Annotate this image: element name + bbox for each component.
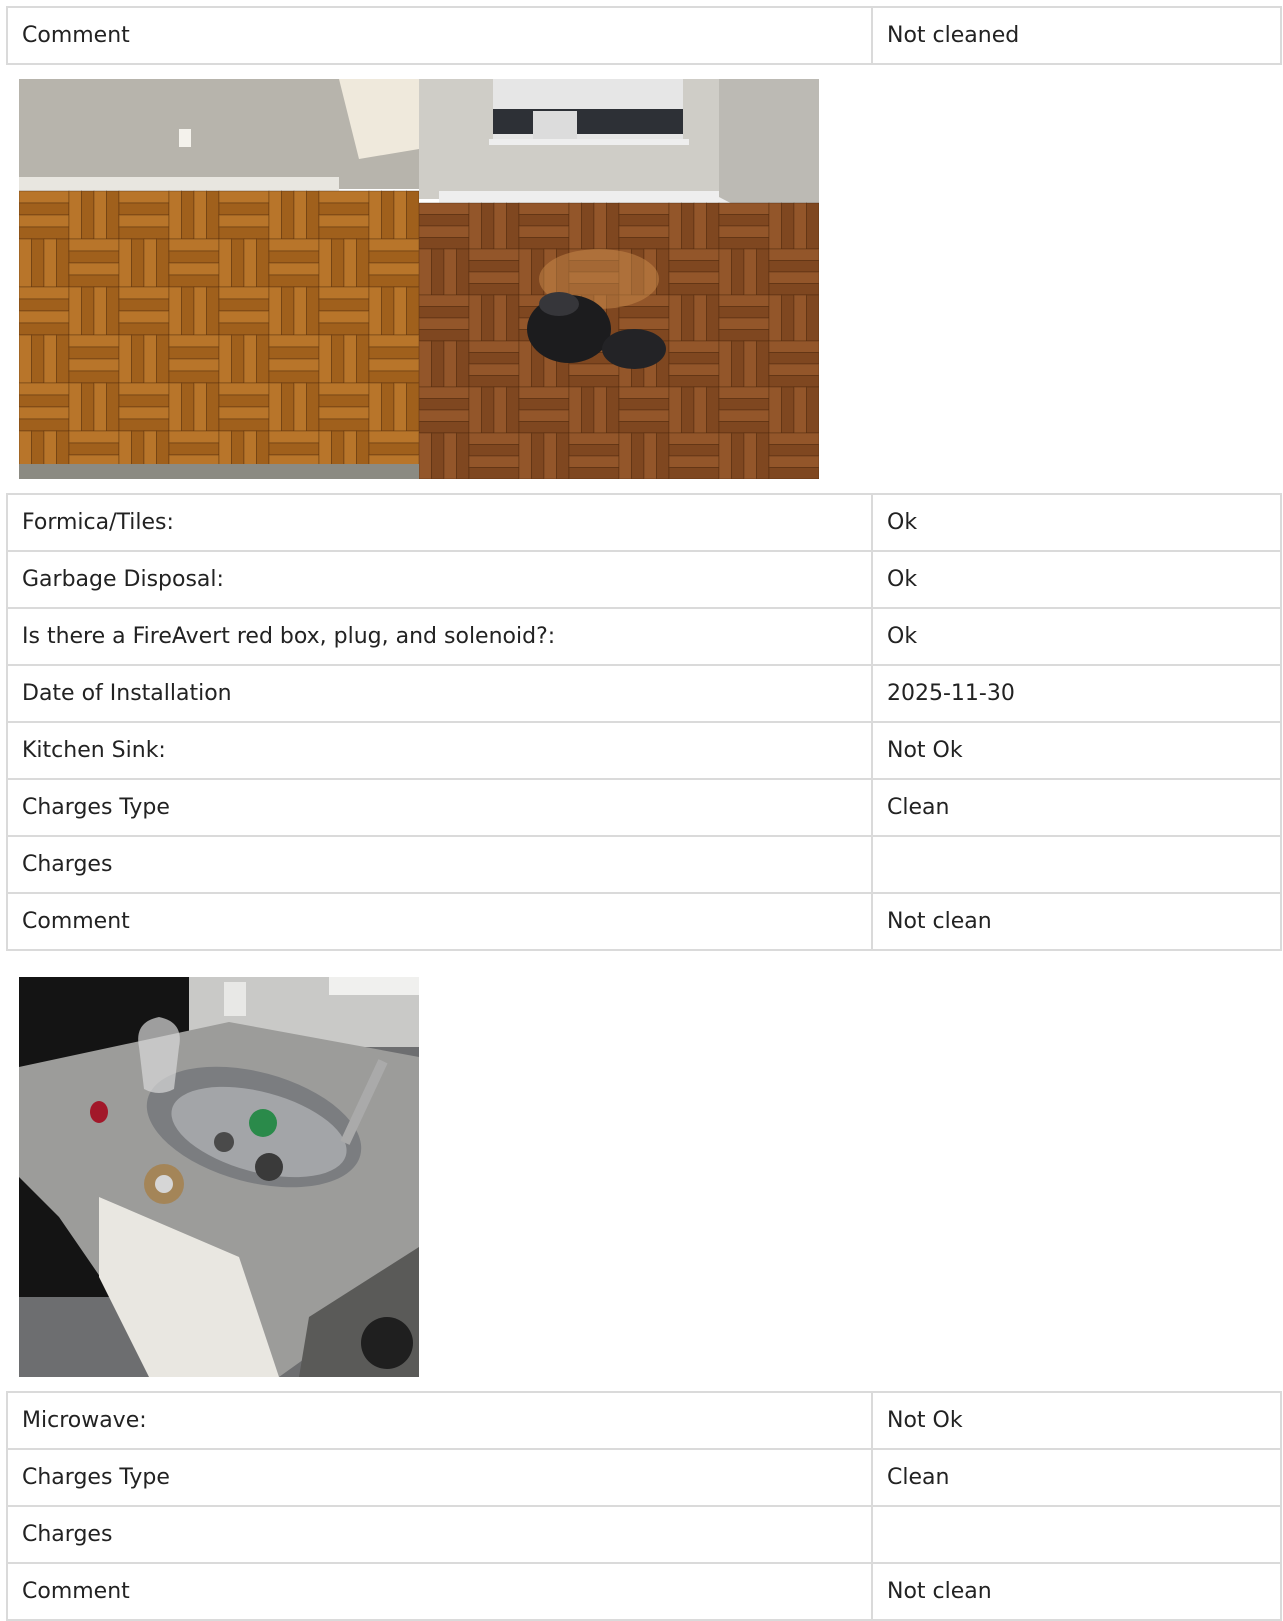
row-label: Charges xyxy=(6,1505,873,1564)
row-label: Is there a FireAvert red box, plug, and … xyxy=(6,607,873,666)
row-label: Microwave: xyxy=(6,1391,873,1450)
table-row: Comment Not clean xyxy=(6,892,1282,951)
table-row: Charges xyxy=(6,835,1282,894)
row-label: Comment xyxy=(6,892,873,951)
row-label: Charges Type xyxy=(6,778,873,837)
photo-gallery-group-1 xyxy=(19,79,819,479)
row-label: Charges Type xyxy=(6,1448,873,1507)
inspection-table-group-1: Comment Not cleaned xyxy=(6,6,1282,65)
room-floor-image xyxy=(419,79,819,479)
table-row: Comment Not clean xyxy=(6,1562,1282,1621)
photo-gallery-group-2 xyxy=(19,977,419,1377)
row-label: Formica/Tiles: xyxy=(6,493,873,552)
row-value: Clean xyxy=(871,778,1282,837)
row-value xyxy=(871,835,1282,894)
row-value: Ok xyxy=(871,493,1282,552)
parquet-floor-photo[interactable] xyxy=(19,79,419,479)
room-floor-photo[interactable] xyxy=(419,79,819,479)
table-row: Kitchen Sink: Not Ok xyxy=(6,721,1282,780)
table-row: Charges Type Clean xyxy=(6,1448,1282,1507)
table-row: Charges Type Clean xyxy=(6,778,1282,837)
table-row: Microwave: Not Ok xyxy=(6,1391,1282,1450)
kitchen-sink-image xyxy=(19,977,419,1377)
table-row: Charges xyxy=(6,1505,1282,1564)
parquet-floor-image xyxy=(19,79,419,479)
row-value xyxy=(871,1505,1282,1564)
table-row: Comment Not cleaned xyxy=(6,6,1282,65)
row-value: 2025-11-30 xyxy=(871,664,1282,723)
row-label: Charges xyxy=(6,835,873,894)
row-label: Kitchen Sink: xyxy=(6,721,873,780)
row-value: Not cleaned xyxy=(871,6,1282,65)
row-value: Not Ok xyxy=(871,721,1282,780)
row-value: Ok xyxy=(871,607,1282,666)
table-row: Garbage Disposal: Ok xyxy=(6,550,1282,609)
row-value: Not Ok xyxy=(871,1391,1282,1450)
row-label: Comment xyxy=(6,1562,873,1621)
row-value: Not clean xyxy=(871,1562,1282,1621)
table-row: Date of Installation 2025-11-30 xyxy=(6,664,1282,723)
row-value: Not clean xyxy=(871,892,1282,951)
row-label: Date of Installation xyxy=(6,664,873,723)
row-label: Garbage Disposal: xyxy=(6,550,873,609)
table-row: Formica/Tiles: Ok xyxy=(6,493,1282,552)
row-label: Comment xyxy=(6,6,873,65)
inspection-table-group-3: Microwave: Not Ok Charges Type Clean Cha… xyxy=(6,1391,1282,1621)
table-row: Is there a FireAvert red box, plug, and … xyxy=(6,607,1282,666)
row-value: Ok xyxy=(871,550,1282,609)
row-value: Clean xyxy=(871,1448,1282,1507)
inspection-table-group-2: Formica/Tiles: Ok Garbage Disposal: Ok I… xyxy=(6,493,1282,951)
kitchen-sink-photo[interactable] xyxy=(19,977,419,1377)
